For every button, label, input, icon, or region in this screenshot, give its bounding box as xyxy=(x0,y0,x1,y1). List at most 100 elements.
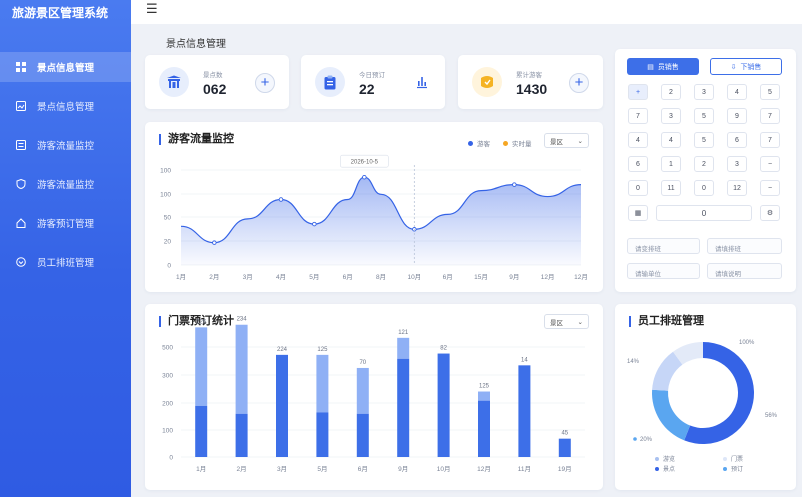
donut-annotation: 20% xyxy=(640,437,653,443)
note-field[interactable]: 请填说明 xyxy=(707,263,782,279)
keypad-key[interactable]: 5 xyxy=(694,132,714,148)
donut-slice xyxy=(652,389,691,441)
sidebar-item-attractions[interactable]: 景点信息管理 xyxy=(0,52,131,82)
x-tick-label: 12月 xyxy=(541,273,555,281)
shift-change-field[interactable]: 请变排班 xyxy=(627,238,700,254)
keypad-key[interactable]: 12 xyxy=(727,180,747,196)
legend-label: 游览 xyxy=(663,455,675,463)
chart-bar-icon[interactable] xyxy=(415,75,429,94)
keypad-key[interactable]: − xyxy=(760,156,780,172)
bar-segment-bottom xyxy=(478,400,490,457)
data-point xyxy=(362,174,367,180)
x-tick-label: 15月 xyxy=(474,273,488,281)
list-icon xyxy=(16,140,26,150)
keypad-key[interactable]: 5 xyxy=(694,108,714,124)
y-tick-label: 300 xyxy=(162,373,173,380)
shift-fill-field[interactable]: 请填排班 xyxy=(707,238,782,254)
sidebar-item-attractions-2[interactable]: 景点信息管理 xyxy=(0,91,131,121)
x-tick-label: 6月 xyxy=(343,273,353,281)
menu-icon[interactable]: ☰ xyxy=(146,1,158,17)
stat-label: 累计游客 xyxy=(516,72,542,79)
x-tick-label: 2月 xyxy=(209,273,219,281)
keypad-key[interactable]: 6 xyxy=(628,156,648,172)
keypad-key[interactable]: 3 xyxy=(727,156,747,172)
keypad-key[interactable]: 3 xyxy=(661,108,681,124)
image-icon xyxy=(16,101,26,111)
primary-action-button[interactable]: ▤ 员销售 xyxy=(627,58,699,75)
bar-segment-bottom xyxy=(276,354,288,457)
keypad-key[interactable]: 4 xyxy=(661,132,681,148)
keypad-key[interactable]: 4 xyxy=(628,132,648,148)
x-tick-label: 4月 xyxy=(276,273,286,281)
series-area xyxy=(181,177,581,265)
donut-annotation: 56% xyxy=(765,413,778,419)
unit-field[interactable]: 请输单位 xyxy=(627,263,700,279)
settings-icon[interactable]: ⚙ xyxy=(760,205,780,221)
bar-value-label: 14 xyxy=(521,357,528,363)
x-tick-label: 19月 xyxy=(558,465,572,473)
page-title: 景点信息管理 xyxy=(166,39,226,50)
keypad-key[interactable]: 6 xyxy=(727,132,747,148)
tickets-chart: 0 100 200 300 500 226 1月 234 2月 224 3月 125 5月 70 6月 121… xyxy=(162,317,585,473)
keypad-key[interactable]: − xyxy=(760,180,780,196)
clipboard-icon xyxy=(315,67,345,97)
bar-segment-bottom xyxy=(195,405,208,457)
x-tick-label: 8月 xyxy=(376,273,386,281)
secondary-action-button[interactable]: ⇩ 下销售 xyxy=(710,58,782,75)
keypad-key[interactable]: 1 xyxy=(661,156,681,172)
legend-dot xyxy=(655,457,659,461)
stat-card-attractions: 景点数 062 + xyxy=(145,55,289,109)
heart-icon xyxy=(16,257,26,267)
bar-value-label: 82 xyxy=(440,346,447,352)
keypad-key[interactable]: 7 xyxy=(760,108,780,124)
keypad-display[interactable]: 0 xyxy=(656,205,752,221)
keypad-key[interactable]: 2 xyxy=(694,156,714,172)
keypad-key[interactable]: 7 xyxy=(628,108,648,124)
keypad-key[interactable]: 11 xyxy=(661,180,681,196)
add-button[interactable]: + xyxy=(255,73,275,93)
sidebar-item-label: 景点信息管理 xyxy=(37,102,95,113)
bar-segment-top xyxy=(195,327,208,406)
gate-icon xyxy=(159,67,189,97)
sidebar-item-traffic[interactable]: 游客流量监控 xyxy=(0,130,131,160)
keypad-key[interactable]: + xyxy=(628,84,648,100)
sidebar-item-booking[interactable]: 游客预订管理 xyxy=(0,208,131,238)
keypad-key[interactable]: 7 xyxy=(760,132,780,148)
keypad-key[interactable]: 0 xyxy=(628,180,648,196)
bar-segment-bottom xyxy=(356,413,369,457)
keypad-key[interactable]: 3 xyxy=(694,84,714,100)
ticket-icon xyxy=(472,67,502,97)
sidebar-item-staff[interactable]: 员工排班管理 xyxy=(0,247,131,277)
stat-value: 1430 xyxy=(516,81,548,97)
keypad-key[interactable]: 5 xyxy=(760,84,780,100)
calendar-icon[interactable]: ▦ xyxy=(628,205,648,221)
x-tick-label: 9月 xyxy=(398,465,408,473)
bar-segment-top xyxy=(316,354,329,413)
y-tick-label: 50 xyxy=(164,215,172,222)
y-tick-label: 500 xyxy=(162,345,173,352)
y-tick-label: 200 xyxy=(162,401,173,408)
bar-segment-top xyxy=(356,367,369,414)
keypad-key[interactable]: 9 xyxy=(727,108,747,124)
stat-card-bookings: 今日预订 22 xyxy=(301,55,445,109)
donut-annotation: 100% xyxy=(739,340,755,346)
grid-icon xyxy=(16,62,26,72)
bar-value-label: 70 xyxy=(359,360,366,366)
bar-value-label: 45 xyxy=(561,431,568,437)
x-tick-label: 1月 xyxy=(196,465,206,473)
keypad-key[interactable]: 0 xyxy=(694,180,714,196)
keypad-key[interactable]: 4 xyxy=(727,84,747,100)
stat-label: 景点数 xyxy=(203,72,223,79)
x-tick-label: 9月 xyxy=(509,273,519,281)
bar-segment-bottom xyxy=(437,353,450,457)
keypad-key[interactable]: 2 xyxy=(661,84,681,100)
add-button[interactable]: + xyxy=(569,73,589,93)
sidebar-item-traffic-2[interactable]: 游客流量监控 xyxy=(0,169,131,199)
bar-segment-top xyxy=(397,337,410,359)
sidebar-item-label: 游客流量监控 xyxy=(37,180,95,191)
x-tick-label: 11月 xyxy=(518,465,531,473)
bar-segment-bottom xyxy=(397,358,410,457)
stat-value: 22 xyxy=(359,81,375,97)
x-tick-label: 12月 xyxy=(574,273,588,281)
app-title: 旅游景区管理系统 xyxy=(12,6,109,20)
